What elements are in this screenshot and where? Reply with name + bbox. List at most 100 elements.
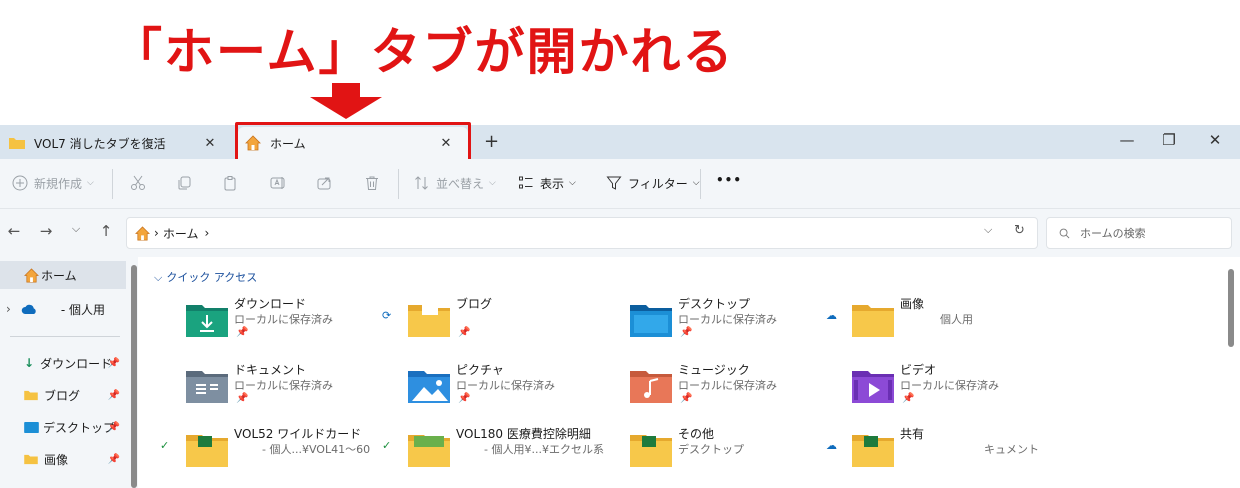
- tile-pictures-lib[interactable]: ピクチャ ローカルに保存済み 📌: [400, 361, 620, 419]
- add-tab-icon[interactable]: +: [484, 131, 499, 152]
- sidebar-item-desktop[interactable]: デスクトップ 📌: [0, 413, 126, 441]
- tile-vol52[interactable]: ✓ VOL52 ワイルドカード - 個人...¥VOL41～60: [160, 425, 398, 483]
- sidebar-item-label: デスクトップ: [43, 420, 116, 435]
- cut-icon[interactable]: [128, 173, 152, 193]
- tile-subtitle: ローカルに保存済み: [678, 313, 777, 326]
- copy-icon[interactable]: [174, 173, 198, 193]
- quick-access-header[interactable]: ⌵ クイック アクセス: [154, 269, 257, 285]
- toolbar-divider: [700, 169, 701, 199]
- forward-arrow-icon[interactable]: →: [36, 222, 56, 240]
- tile-documents[interactable]: ドキュメント ローカルに保存済み 📌: [178, 361, 398, 419]
- close-window-icon[interactable]: ✕: [1200, 131, 1230, 149]
- chevron-down-icon: ⌵: [87, 178, 94, 188]
- tab-close-icon[interactable]: ✕: [198, 136, 222, 151]
- tile-vol180[interactable]: ✓ VOL180 医療費控除明細 - 個人用¥...¥エクセル系: [382, 425, 620, 483]
- sidebar-item-downloads[interactable]: ↓ ダウンロード 📌: [0, 349, 126, 377]
- refresh-icon[interactable]: ↻: [1014, 223, 1025, 238]
- download-icon: ↓: [24, 356, 35, 370]
- tile-other[interactable]: その他 デスクトップ: [622, 425, 842, 483]
- minimize-icon[interactable]: —: [1112, 131, 1142, 149]
- tile-subtitle: キュメント: [984, 443, 1039, 456]
- home-icon: [135, 225, 150, 241]
- pin-icon: 📌: [902, 393, 915, 404]
- tile-videos[interactable]: ビデオ ローカルに保存済み 📌: [844, 361, 1064, 419]
- music-folder-icon: [630, 371, 672, 403]
- expand-chevron-icon[interactable]: ›: [6, 302, 11, 316]
- tile-name: 画像: [900, 297, 925, 311]
- sidebar-item-label: - 個人用: [60, 302, 105, 317]
- tab-close-icon[interactable]: ✕: [434, 136, 458, 151]
- pin-icon: 📌: [680, 327, 693, 338]
- cloud-icon: [21, 304, 37, 315]
- tile-name: VOL180 医療費控除明細: [456, 427, 591, 441]
- folder-icon: [852, 305, 894, 337]
- tile-shared[interactable]: ☁ 共有 キュメント: [826, 425, 1064, 483]
- documents-folder-icon: [186, 371, 228, 403]
- folder-icon: [186, 435, 228, 467]
- sidebar-divider: [10, 336, 120, 337]
- pin-icon: 📌: [107, 357, 120, 369]
- tab-vol7[interactable]: VOL7 消したタブを復活 ✕: [0, 127, 232, 159]
- sync-icon: ⟳: [382, 309, 392, 322]
- pictures-folder-icon: [408, 371, 450, 403]
- tile-blog[interactable]: ⟳ ブログ 📌: [382, 295, 620, 353]
- new-button[interactable]: 新規作成 ⌵: [10, 173, 94, 193]
- sidebar-item-onedrive[interactable]: › - 個人用: [0, 295, 126, 323]
- address-bar[interactable]: › ホーム ›: [126, 217, 1038, 249]
- tile-name: ピクチャ: [456, 363, 504, 377]
- tab-label: ホーム: [270, 136, 306, 151]
- history-dropdown-icon[interactable]: ⌵: [984, 223, 992, 237]
- tile-name: ドキュメント: [234, 363, 307, 377]
- filter-button[interactable]: フィルター ⌵: [604, 173, 700, 193]
- tile-desktop[interactable]: デスクトップ ローカルに保存済み 📌: [622, 295, 842, 353]
- chevron-down-icon: ⌵: [489, 178, 496, 188]
- tile-name: ダウンロード: [234, 297, 307, 311]
- tile-downloads[interactable]: ダウンロード ローカルに保存済み 📌: [178, 295, 398, 353]
- view-icon: [516, 173, 536, 193]
- tab-home[interactable]: ホーム ✕: [238, 127, 468, 159]
- tile-pictures[interactable]: ☁ 画像 個人用: [826, 295, 1064, 353]
- folder-icon: [408, 435, 450, 467]
- sidebar-item-blog[interactable]: ブログ 📌: [0, 381, 126, 409]
- sidebar-item-home[interactable]: ホーム: [0, 261, 126, 289]
- folder-icon: [630, 435, 672, 467]
- back-arrow-icon[interactable]: ←: [4, 222, 24, 240]
- command-bar: 新規作成 ⌵ 並べ替え ⌵ 表示 ⌵ フィルター ⌵ •••: [0, 159, 1240, 209]
- tile-music[interactable]: ミュージック ローカルに保存済み 📌: [622, 361, 842, 419]
- view-button[interactable]: 表示 ⌵: [516, 173, 576, 193]
- cloud-icon: ☁: [826, 309, 837, 322]
- home-icon: [24, 267, 39, 283]
- tile-subtitle: 個人用: [940, 313, 973, 326]
- search-input[interactable]: ホームの検索: [1046, 217, 1232, 249]
- restore-icon[interactable]: ❐: [1154, 131, 1184, 149]
- breadcrumb-chevron-icon[interactable]: ›: [204, 226, 209, 240]
- pin-icon: 📌: [680, 393, 693, 404]
- synced-check-icon: ✓: [382, 439, 392, 452]
- sort-button[interactable]: 並べ替え ⌵: [412, 173, 496, 193]
- recent-chevron-icon[interactable]: ⌵: [66, 222, 86, 236]
- breadcrumb-home[interactable]: ホーム: [163, 225, 199, 242]
- synced-check-icon: ✓: [160, 439, 170, 452]
- search-icon: [1059, 228, 1070, 239]
- more-options-icon[interactable]: •••: [716, 173, 742, 187]
- filter-icon: [604, 173, 624, 193]
- desktop-icon: [24, 421, 39, 433]
- cloud-icon: ☁: [826, 439, 837, 452]
- sidebar-item-label: ブログ: [44, 388, 81, 403]
- tile-subtitle: デスクトップ: [678, 443, 744, 456]
- add-circle-icon: [10, 173, 30, 193]
- pin-icon: 📌: [458, 327, 471, 338]
- rename-icon[interactable]: [268, 173, 292, 193]
- content-pane: ⌵ クイック アクセス ダウンロード ローカルに保存済み 📌 ⟳ ブログ 📌 デス…: [138, 257, 1240, 488]
- pin-icon: 📌: [107, 421, 120, 433]
- up-arrow-icon[interactable]: ↑: [96, 222, 116, 240]
- sidebar-scrollbar[interactable]: [131, 265, 137, 488]
- content-scrollbar[interactable]: [1228, 269, 1234, 347]
- tile-subtitle: ローカルに保存済み: [234, 379, 333, 392]
- paste-icon[interactable]: [220, 173, 244, 193]
- sidebar-item-pictures[interactable]: 画像 📌: [0, 445, 126, 473]
- share-icon[interactable]: [314, 173, 338, 193]
- delete-icon[interactable]: [362, 173, 386, 193]
- filter-label: フィルター: [628, 176, 688, 191]
- tile-name: その他: [678, 427, 715, 441]
